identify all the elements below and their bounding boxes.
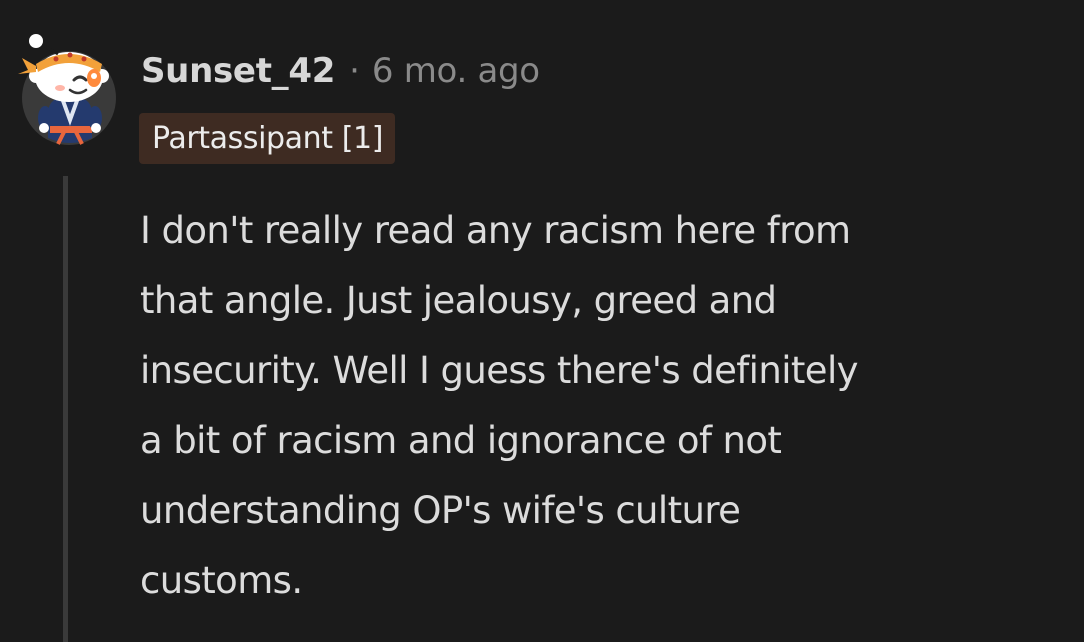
thread-line[interactable] bbox=[63, 176, 68, 642]
comment-body-line: I don't really read any racism here from bbox=[140, 209, 851, 252]
meta-separator: · bbox=[349, 51, 360, 91]
comment-body: I don't really read any racism here from… bbox=[140, 196, 1040, 616]
comment-body-line: customs. bbox=[140, 559, 303, 602]
user-flair-badge: Partassipant [1] bbox=[139, 113, 396, 164]
snoo-avatar-icon[interactable] bbox=[18, 28, 118, 150]
comment: Sunset_42 · 6 mo. ago Partassipant [1] I… bbox=[0, 0, 1084, 642]
comment-header: Sunset_42 · 6 mo. ago bbox=[141, 49, 540, 93]
comment-body-line: a bit of racism and ignorance of not bbox=[140, 419, 782, 462]
comment-body-line: that angle. Just jealousy, greed and bbox=[140, 279, 777, 322]
username-link[interactable]: Sunset_42 bbox=[141, 51, 335, 91]
comment-body-line: insecurity. Well I guess there's definit… bbox=[140, 349, 859, 392]
timestamp[interactable]: 6 mo. ago bbox=[372, 51, 540, 91]
comment-body-line: understanding OP's wife's culture bbox=[140, 489, 741, 532]
